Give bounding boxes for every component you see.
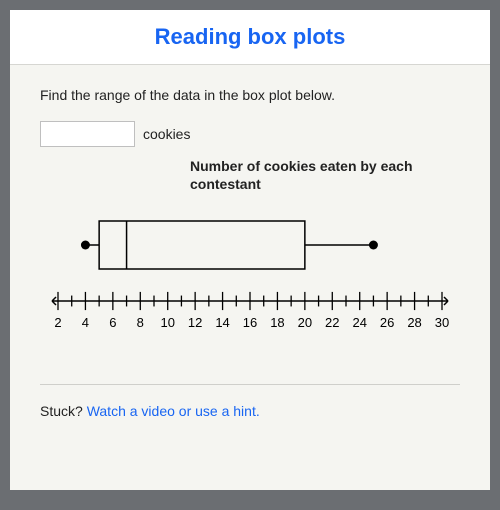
- question-prompt: Find the range of the data in the box pl…: [40, 87, 460, 103]
- svg-text:24: 24: [352, 315, 366, 330]
- svg-text:16: 16: [243, 315, 257, 330]
- svg-text:14: 14: [215, 315, 229, 330]
- svg-text:18: 18: [270, 315, 284, 330]
- content-area: Find the range of the data in the box pl…: [10, 65, 490, 419]
- stuck-label: Stuck?: [40, 403, 83, 419]
- box-plot-svg: 24681012141618202224262830: [40, 201, 460, 356]
- chart-title: Number of cookies eaten by each contesta…: [190, 157, 460, 193]
- svg-text:26: 26: [380, 315, 394, 330]
- svg-text:28: 28: [407, 315, 421, 330]
- svg-text:6: 6: [109, 315, 116, 330]
- svg-text:30: 30: [435, 315, 449, 330]
- svg-text:12: 12: [188, 315, 202, 330]
- page-title: Reading box plots: [10, 24, 490, 50]
- svg-text:4: 4: [82, 315, 89, 330]
- hint-link[interactable]: Watch a video or use a hint.: [87, 403, 260, 419]
- stuck-row: Stuck? Watch a video or use a hint.: [40, 403, 460, 419]
- answer-row: cookies: [40, 121, 460, 147]
- svg-text:2: 2: [54, 315, 61, 330]
- answer-input[interactable]: [40, 121, 135, 147]
- page-header: Reading box plots: [10, 10, 490, 65]
- svg-text:8: 8: [137, 315, 144, 330]
- svg-text:10: 10: [160, 315, 174, 330]
- unit-label: cookies: [143, 126, 190, 142]
- svg-text:20: 20: [298, 315, 312, 330]
- divider: Stuck? Watch a video or use a hint.: [40, 384, 460, 419]
- svg-text:22: 22: [325, 315, 339, 330]
- exercise-page: Reading box plots Find the range of the …: [10, 10, 490, 490]
- box-plot-chart: 24681012141618202224262830: [40, 201, 460, 356]
